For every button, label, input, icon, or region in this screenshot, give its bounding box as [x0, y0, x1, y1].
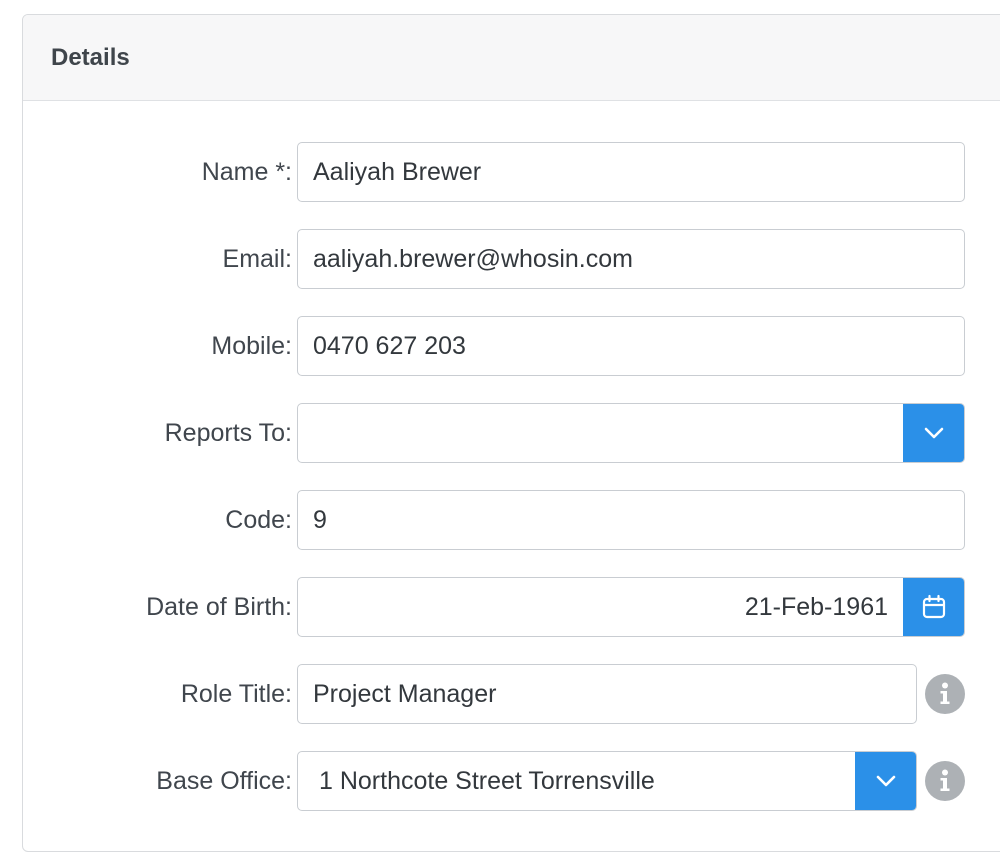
reports-to-select[interactable]	[297, 403, 965, 463]
reports-to-label: Reports To:	[164, 418, 292, 447]
base-office-info-button[interactable]	[925, 761, 965, 801]
email-value: aaliyah.brewer@whosin.com	[313, 244, 633, 273]
code-label: Code:	[225, 505, 292, 534]
role-title-row: Role Title: Project Manager	[23, 664, 1000, 724]
info-icon	[940, 682, 950, 704]
date-picker-button[interactable]	[903, 578, 964, 636]
details-card: Details Name *: Aaliyah Brewer Email: aa…	[22, 14, 1000, 852]
base-office-label: Base Office:	[156, 766, 292, 795]
code-row: Code: 9	[23, 490, 1000, 550]
role-title-label: Role Title:	[180, 679, 292, 708]
date-of-birth-value: 21-Feb-1961	[744, 592, 888, 621]
mobile-field[interactable]: 0470 627 203	[297, 316, 965, 376]
mobile-value: 0470 627 203	[313, 331, 466, 360]
base-office-select[interactable]: 1 Northcote Street Torrensville	[297, 751, 917, 811]
email-field[interactable]: aaliyah.brewer@whosin.com	[297, 229, 965, 289]
name-row: Name *: Aaliyah Brewer	[23, 142, 1000, 202]
base-office-row: Base Office: 1 Northcote Street Torrensv…	[23, 751, 1000, 811]
name-value: Aaliyah Brewer	[313, 157, 482, 186]
date-of-birth-label: Date of Birth:	[146, 592, 292, 621]
name-field[interactable]: Aaliyah Brewer	[297, 142, 965, 202]
chevron-down-icon	[924, 427, 944, 439]
name-label: Name *:	[201, 157, 292, 186]
date-of-birth-field[interactable]: 21-Feb-1961	[297, 577, 965, 637]
email-label: Email:	[222, 244, 292, 273]
code-value: 9	[313, 505, 327, 534]
card-title: Details	[51, 43, 130, 71]
email-row: Email: aaliyah.brewer@whosin.com	[23, 229, 1000, 289]
mobile-label: Mobile:	[211, 331, 292, 360]
info-icon	[940, 769, 950, 791]
role-title-field[interactable]: Project Manager	[297, 664, 917, 724]
chevron-down-icon	[876, 775, 896, 787]
calendar-icon	[922, 594, 946, 619]
base-office-dropdown-button[interactable]	[855, 752, 916, 810]
reports-to-dropdown-button[interactable]	[903, 404, 964, 462]
base-office-value: 1 Northcote Street Torrensville	[319, 766, 655, 795]
role-title-info-button[interactable]	[925, 674, 965, 714]
mobile-row: Mobile: 0470 627 203	[23, 316, 1000, 376]
role-title-value: Project Manager	[313, 679, 497, 708]
card-header: Details	[23, 15, 1000, 101]
date-of-birth-row: Date of Birth: 21-Feb-1961	[23, 577, 1000, 637]
code-field[interactable]: 9	[297, 490, 965, 550]
reports-to-row: Reports To:	[23, 403, 1000, 463]
